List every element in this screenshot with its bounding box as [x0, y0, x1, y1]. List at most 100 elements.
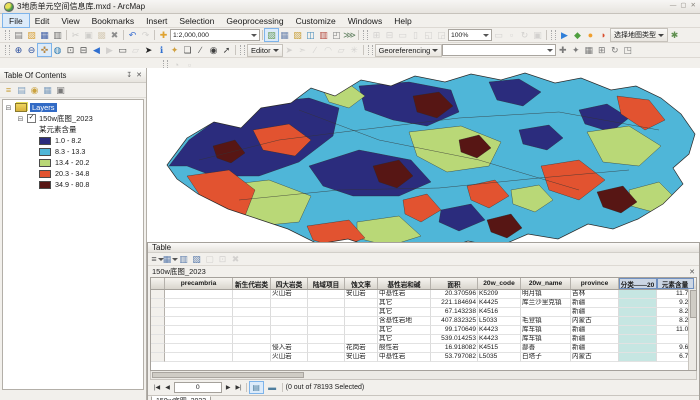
show-selected-records-button[interactable]: ▬	[266, 382, 279, 393]
vertical-scrollbar[interactable]	[688, 289, 696, 370]
trace-icon[interactable]: ▱	[335, 44, 348, 56]
add-data-icon[interactable]: ✚	[157, 29, 170, 41]
refresh-view-icon[interactable]: ↻	[518, 29, 531, 41]
column-header[interactable]: 元素含量	[657, 278, 694, 289]
toc-root-layers[interactable]: Layers	[30, 103, 57, 112]
minimize-icon[interactable]: —	[670, 3, 677, 10]
collapse-icon[interactable]: ⊟	[17, 115, 24, 123]
toolbar-grip[interactable]	[363, 30, 368, 40]
row-selector[interactable]	[151, 290, 165, 299]
column-header[interactable]: 新生代岩类	[233, 278, 271, 289]
layout-zoom-in-icon[interactable]: ⊞	[370, 29, 383, 41]
layout-zoom-whole-page-icon[interactable]: ▭	[396, 29, 409, 41]
list-by-visibility-icon[interactable]: ◉	[28, 84, 41, 96]
layer-name[interactable]: 150w底图_2023	[39, 113, 93, 124]
zoom-in-icon[interactable]: ⊕	[12, 44, 25, 56]
map-scale-combo[interactable]: 1:2,000,000	[170, 29, 260, 41]
map-type-dropdown[interactable]: 选择地图类型	[610, 28, 668, 42]
close-icon[interactable]: ✕	[689, 268, 695, 276]
zoom-out-icon[interactable]: ⊖	[25, 44, 38, 56]
geologic-map[interactable]	[159, 70, 699, 254]
layout-zoom-out-icon[interactable]: ⊟	[383, 29, 396, 41]
legend-swatch[interactable]	[39, 170, 51, 178]
measure-icon[interactable]: ∕	[194, 44, 207, 56]
full-extent-icon[interactable]: ◍	[51, 44, 64, 56]
delete-selected-icon[interactable]: ✖	[229, 253, 242, 265]
column-header[interactable]: 蚀文率	[345, 278, 378, 289]
list-by-source-icon[interactable]: ▤	[15, 84, 28, 96]
toolbar-grip[interactable]	[5, 45, 10, 55]
menu-item[interactable]: Insert	[140, 14, 173, 27]
attribute-table-icon[interactable]: ▦	[278, 29, 291, 41]
save-icon[interactable]: ▦	[38, 29, 51, 41]
column-header[interactable]: 20w_name	[521, 278, 571, 289]
table-row[interactable]: 其它 539.014253 K4423 库车镇 新疆 8	[151, 335, 696, 344]
python-window-icon[interactable]: ◰	[330, 29, 343, 41]
switch-selection-icon[interactable]: ▧	[190, 253, 203, 265]
maximize-icon[interactable]: ▢	[680, 3, 686, 10]
layout-fixed-zoom-in-icon[interactable]: ◱	[422, 29, 435, 41]
column-header[interactable]: 基性岩和碱	[378, 278, 431, 289]
row-selector[interactable]	[151, 335, 165, 344]
layout-zoom-100-icon[interactable]: ▯	[409, 29, 422, 41]
row-selector[interactable]	[151, 299, 165, 308]
georeferencing-layer-combo[interactable]	[442, 44, 556, 56]
column-header[interactable]: 面积	[431, 278, 478, 289]
toolbar-grip[interactable]	[368, 45, 373, 55]
related-tables-icon[interactable]: ▦	[164, 253, 177, 265]
georeferencing-dropdown[interactable]: Georeferencing	[375, 44, 443, 57]
editor-dropdown[interactable]: Editor	[247, 44, 283, 57]
settings-gear-icon[interactable]: ✱	[668, 29, 681, 41]
legend-swatch[interactable]	[39, 137, 51, 145]
toc-options-icon[interactable]: ▣	[54, 84, 67, 96]
map-canvas[interactable]: Table ≡▦▥▧▢⊡✖ 150w底图_2023 ✕ precambria新生…	[147, 68, 700, 400]
menu-item[interactable]: Customize	[290, 14, 342, 27]
zoom-to-selected-icon[interactable]: ⊡	[216, 253, 229, 265]
clear-selection-icon[interactable]: ▢	[203, 253, 216, 265]
edit-tool-icon[interactable]: ➤	[283, 44, 296, 56]
layout-zoom-combo[interactable]: 100%	[448, 29, 492, 41]
menu-item[interactable]: View	[55, 14, 85, 27]
back-extent-icon[interactable]: ◀	[90, 44, 103, 56]
menu-item[interactable]: Help	[388, 14, 417, 27]
endpoint-arc-icon[interactable]: ◠	[322, 44, 335, 56]
legend-swatch[interactable]	[39, 148, 51, 156]
table-row[interactable]: 其它 67.143238 K4516 新疆 8.25	[151, 308, 696, 317]
copy-icon[interactable]: ▣	[82, 29, 95, 41]
table-tab[interactable]: 150w底图_2023	[151, 396, 211, 400]
forward-extent-icon[interactable]: ▶	[103, 44, 116, 56]
table-row[interactable]: 其它 221.184694 K4425 库兰沙里克镇 新疆 9.29	[151, 299, 696, 308]
print-icon[interactable]: ▥	[51, 29, 64, 41]
show-all-records-button[interactable]: ▤	[250, 382, 263, 393]
edit-annotation-icon[interactable]: ➣	[296, 44, 309, 56]
point-tool-icon[interactable]: ✳	[348, 44, 361, 56]
horizontal-scrollbar[interactable]	[150, 371, 697, 380]
arccatalog-icon[interactable]: ▧	[291, 29, 304, 41]
workflow-manager-icon[interactable]: ◆	[571, 29, 584, 41]
layout-fixed-zoom-out-icon[interactable]: ◲	[435, 29, 448, 41]
row-selector[interactable]	[151, 326, 165, 335]
table-row[interactable]: 含基性岩地 407.832325 L5033 毛登镇 内蒙古 8.28	[151, 317, 696, 326]
paste-icon[interactable]: ▩	[95, 29, 108, 41]
rotate-icon[interactable]: ↻	[608, 44, 621, 56]
profile-graph-icon[interactable]: ◗	[597, 29, 610, 41]
next-record-button[interactable]: ▶	[225, 384, 232, 391]
row-selector[interactable]	[151, 344, 165, 353]
table-row[interactable]: 其它 99.170649 K4423 库车镇 新疆 11.02	[151, 326, 696, 335]
model-builder-icon[interactable]: ⋙	[343, 29, 356, 41]
menu-item[interactable]: Geoprocessing	[220, 14, 289, 27]
first-record-button[interactable]: |◀	[153, 384, 161, 391]
table-row[interactable]: 火山岩 安山岩 中基性岩 20.370596 K5209 明月镇 吉林 11.7…	[151, 290, 696, 299]
delete-icon[interactable]: ✖	[108, 29, 121, 41]
row-selector[interactable]	[151, 353, 165, 362]
row-selector[interactable]	[151, 308, 165, 317]
toolbar-grip[interactable]	[240, 45, 245, 55]
legend-swatch[interactable]	[39, 159, 51, 167]
column-header[interactable]: 四大岩类	[271, 278, 308, 289]
menu-item[interactable]: Windows	[342, 14, 388, 27]
menu-item[interactable]: Bookmarks	[86, 14, 141, 27]
data-reviewer-icon[interactable]: ▶	[558, 29, 571, 41]
pause-drawing-icon[interactable]: ▣	[531, 29, 544, 41]
add-control-points-icon[interactable]: ✚	[556, 44, 569, 56]
find-icon[interactable]: ◉	[207, 44, 220, 56]
